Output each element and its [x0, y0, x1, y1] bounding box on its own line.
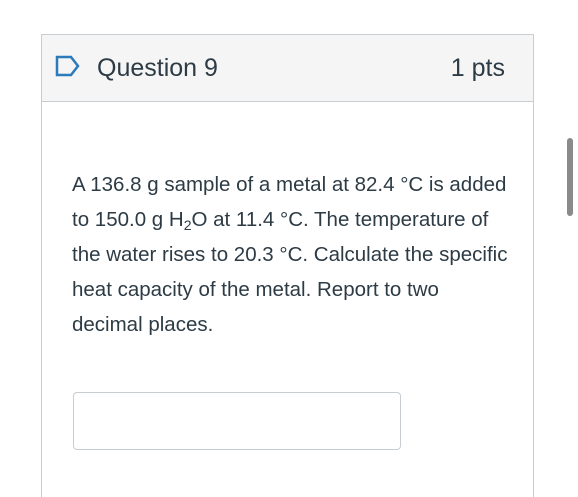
scrollbar-thumb[interactable]: [567, 138, 573, 216]
answer-input[interactable]: [73, 392, 401, 450]
question-title: Question 9: [97, 54, 218, 82]
quiz-page: Question 9 1 pts A 136.8 g sample of a m…: [0, 0, 578, 497]
question-text: A 136.8 g sample of a metal at 82.4 °C i…: [72, 167, 512, 342]
question-header: Question 9 1 pts: [42, 35, 533, 102]
question-card: Question 9 1 pts A 136.8 g sample of a m…: [41, 34, 534, 497]
question-points: 1 pts: [450, 54, 505, 82]
flag-question-icon[interactable]: [55, 55, 81, 77]
h2o-subscript: 2: [183, 217, 192, 233]
